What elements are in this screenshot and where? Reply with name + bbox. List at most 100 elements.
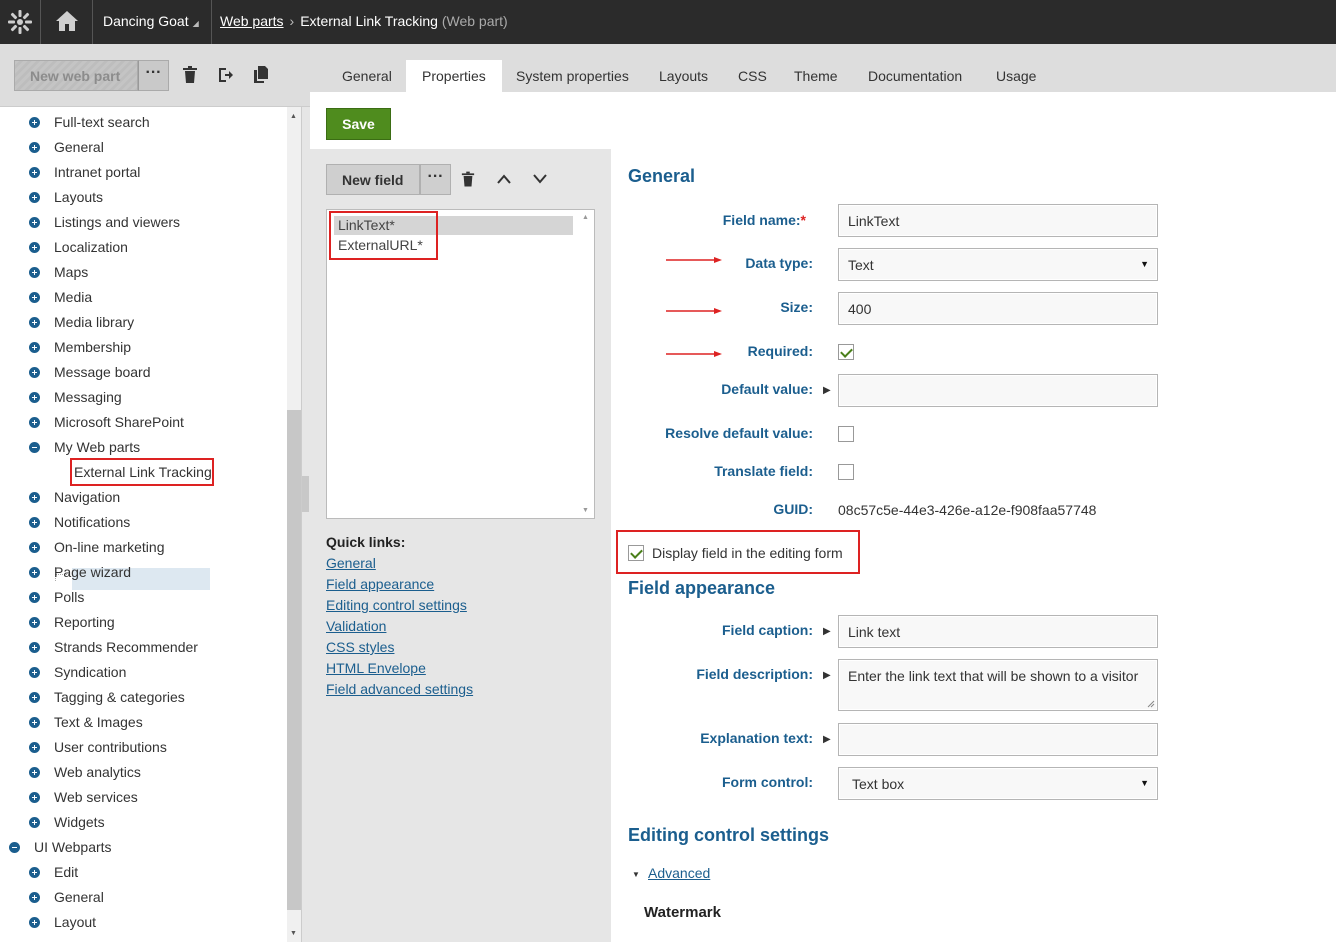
quick-link-validation[interactable]: Validation — [326, 618, 386, 634]
explanation-text-input[interactable] — [838, 723, 1158, 756]
advanced-link[interactable]: Advanced — [648, 865, 710, 881]
expand-arrow-icon[interactable]: ▶ — [823, 670, 831, 681]
expand-icon[interactable] — [29, 542, 40, 553]
resize-handle-icon[interactable] — [1147, 700, 1155, 708]
tab-layouts[interactable]: Layouts — [659, 68, 708, 84]
collapse-icon[interactable] — [29, 442, 40, 453]
tab-system-properties[interactable]: System properties — [516, 68, 629, 84]
tab-usage[interactable]: Usage — [996, 68, 1036, 84]
scroll-down-icon[interactable]: ▼ — [582, 507, 589, 514]
field-list-scrollbar[interactable]: ▲ ▼ — [577, 210, 594, 518]
field-name-input[interactable]: LinkText — [838, 204, 1158, 237]
tab-documentation[interactable]: Documentation — [868, 68, 962, 84]
quick-link-editing-control-settings[interactable]: Editing control settings — [326, 597, 467, 613]
resolve-default-value-checkbox[interactable] — [838, 426, 854, 442]
tree-item[interactable]: Edit — [54, 862, 78, 882]
tree-item-my-web-parts[interactable]: My Web parts — [54, 437, 140, 457]
expand-icon[interactable] — [29, 142, 40, 153]
tab-theme[interactable]: Theme — [794, 68, 838, 84]
expand-icon[interactable] — [29, 117, 40, 128]
tree-item[interactable]: General — [54, 137, 104, 157]
expand-icon[interactable] — [29, 217, 40, 228]
field-more-actions-button[interactable]: ··· — [420, 164, 451, 195]
expand-icon[interactable] — [29, 417, 40, 428]
expand-icon[interactable] — [29, 817, 40, 828]
tree-item-ui-webparts[interactable]: UI Webparts — [34, 837, 112, 857]
quick-link-field-advanced-settings[interactable]: Field advanced settings — [326, 681, 473, 697]
tree-item[interactable]: Listings and viewers — [54, 212, 180, 232]
quick-link-general[interactable]: General — [326, 555, 376, 571]
expand-arrow-icon[interactable]: ▶ — [823, 385, 831, 396]
expand-icon[interactable] — [29, 617, 40, 628]
expand-icon[interactable] — [29, 317, 40, 328]
expand-icon[interactable] — [29, 592, 40, 603]
collapse-icon[interactable] — [9, 842, 20, 853]
panel-splitter[interactable] — [301, 107, 310, 942]
tree-item[interactable]: Strands Recommender — [54, 637, 198, 657]
tree-item[interactable]: Message board — [54, 362, 151, 382]
field-list[interactable]: LinkText* ExternalURL* ▲ ▼ — [326, 209, 595, 519]
expand-icon[interactable] — [29, 892, 40, 903]
form-control-select[interactable]: Text box ▼ — [838, 767, 1158, 800]
expand-arrow-icon[interactable]: ▶ — [823, 626, 831, 637]
tree-item[interactable]: Widgets — [54, 812, 105, 832]
tree-item[interactable]: Media library — [54, 312, 134, 332]
breadcrumb-web-parts-link[interactable]: Web parts — [220, 13, 284, 29]
quick-link-field-appearance[interactable]: Field appearance — [326, 576, 434, 592]
delete-icon[interactable] — [182, 66, 198, 84]
tree-item[interactable]: Navigation — [54, 487, 120, 507]
new-web-part-button[interactable]: New web part — [14, 60, 138, 91]
scroll-up-icon[interactable]: ▲ — [582, 214, 589, 221]
scroll-up-icon[interactable]: ▲ — [290, 113, 297, 120]
clone-icon[interactable] — [253, 66, 269, 84]
tree-item[interactable]: Polls — [54, 587, 84, 607]
field-caption-input[interactable]: Link text — [838, 615, 1158, 648]
export-icon[interactable] — [217, 66, 233, 84]
tab-general[interactable]: General — [342, 68, 392, 84]
scrollbar-thumb[interactable] — [287, 410, 301, 910]
tree-item[interactable]: Text & Images — [54, 712, 143, 732]
collapse-panel-handle[interactable] — [302, 476, 309, 512]
save-button[interactable]: Save — [326, 108, 391, 140]
tree-item[interactable]: User contributions — [54, 737, 167, 757]
tree-item[interactable]: Syndication — [54, 662, 126, 682]
expand-icon[interactable] — [29, 742, 40, 753]
quick-link-html-envelope[interactable]: HTML Envelope — [326, 660, 426, 676]
expand-icon[interactable] — [29, 717, 40, 728]
tree-item[interactable]: Web services — [54, 787, 138, 807]
tree-item[interactable]: Maps — [54, 262, 88, 282]
expand-icon[interactable] — [29, 692, 40, 703]
expand-icon[interactable] — [29, 792, 40, 803]
required-checkbox[interactable] — [838, 344, 854, 360]
data-type-select[interactable]: Text ▼ — [838, 248, 1158, 281]
tree-item[interactable]: Layout — [54, 912, 96, 932]
expand-icon[interactable] — [29, 492, 40, 503]
expand-icon[interactable] — [29, 667, 40, 678]
tree-item[interactable]: Web analytics — [54, 762, 141, 782]
default-value-input[interactable] — [838, 374, 1158, 407]
site-selector[interactable]: Dancing Goat ◢ — [103, 13, 199, 29]
tree-item[interactable]: Intranet portal — [54, 162, 140, 182]
tree-item[interactable]: Microsoft SharePoint — [54, 412, 184, 432]
new-field-button[interactable]: New field — [326, 164, 420, 195]
quick-link-css-styles[interactable]: CSS styles — [326, 639, 394, 655]
move-up-icon[interactable] — [496, 173, 512, 185]
move-down-icon[interactable] — [532, 173, 548, 185]
scroll-down-icon[interactable]: ▼ — [290, 930, 297, 937]
caret-down-icon[interactable]: ▼ — [632, 870, 640, 879]
tab-css[interactable]: CSS — [738, 68, 767, 84]
tree-item[interactable]: Media — [54, 287, 92, 307]
display-field-checkbox[interactable] — [628, 545, 644, 561]
expand-icon[interactable] — [29, 192, 40, 203]
tree-item[interactable]: Localization — [54, 237, 128, 257]
tab-properties[interactable]: Properties — [406, 60, 502, 92]
expand-icon[interactable] — [29, 917, 40, 928]
expand-icon[interactable] — [29, 767, 40, 778]
expand-icon[interactable] — [29, 167, 40, 178]
expand-icon[interactable] — [29, 392, 40, 403]
more-actions-button[interactable]: ··· — [138, 60, 169, 91]
home-icon[interactable] — [54, 8, 80, 34]
tree-item[interactable]: Page wizard — [54, 562, 131, 582]
expand-icon[interactable] — [29, 567, 40, 578]
tree-item[interactable]: Membership — [54, 337, 131, 357]
